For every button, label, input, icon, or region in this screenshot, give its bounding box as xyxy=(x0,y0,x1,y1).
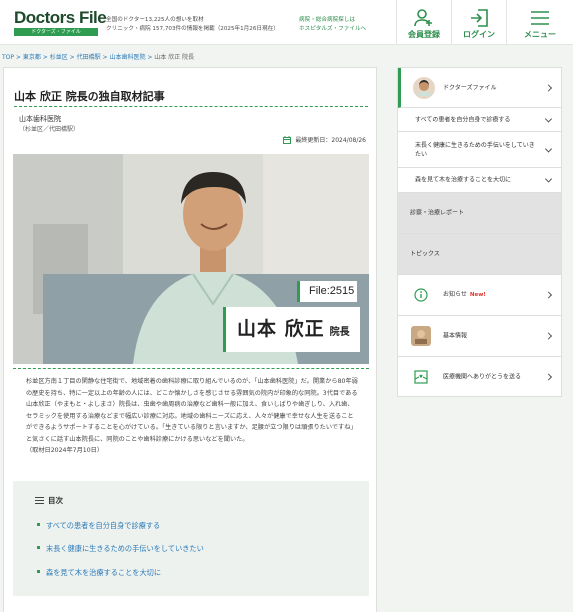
toc-heading-label: 目次 xyxy=(48,496,63,505)
hamburger-menu-icon xyxy=(531,11,549,25)
sidebar-basic-info-label: 基本情報 xyxy=(443,332,468,340)
logo-subtext: ドクターズ・ファイル xyxy=(14,28,98,36)
new-badge: New! xyxy=(469,292,486,298)
chevron-right-icon xyxy=(544,83,553,92)
clinic-name[interactable]: 山本歯科医院 xyxy=(19,114,61,124)
chevron-right-icon xyxy=(544,332,553,340)
site-tagline: 全国のドクター13,225人の想いを取材 クリニック・病院 157,703件の情… xyxy=(106,16,279,34)
sidebar-report[interactable]: 診察・治療レポート xyxy=(398,193,561,234)
last-updated-text: 最終更新日：2024/08/26 xyxy=(295,137,366,144)
doctor-avatar xyxy=(413,76,435,99)
sidebar-doctors-file[interactable]: ドクターズファイル xyxy=(398,68,561,108)
title-divider xyxy=(14,106,368,107)
interview-date: （取材日2024年7月10日） xyxy=(26,447,104,454)
menu-label: メニュー xyxy=(524,30,556,39)
article-body: 杉並区方南１丁目の閑静な住宅街で、地域密着の歯科診療に取り組んでいるのが、「山本… xyxy=(26,376,358,457)
sidebar-notice-label: お知らせ xyxy=(443,291,467,298)
mail-heart-icon xyxy=(414,370,428,384)
sidebar: ドクターズファイル すべての患者を自分自身で診療する 末長く健康に生きるための手… xyxy=(397,67,562,397)
hospitals-link-line-1: 病院・総合病院探しは xyxy=(299,17,355,23)
hospitals-link-line-2: ホスピタルズ・ファイルへ xyxy=(299,26,367,32)
sidebar-doctors-file-label: ドクターズファイル xyxy=(443,84,497,91)
sidebar-report-label: 診察・治療レポート xyxy=(410,209,465,217)
sidebar-thanks[interactable]: 医療機関へありがとうを送る xyxy=(398,357,561,397)
chevron-right-icon xyxy=(544,373,553,381)
clinic-area: （杉並区／代田橋駅） xyxy=(19,126,80,133)
article-card: 山本 欣正 院長の独自取材記事 山本歯科医院 （杉並区／代田橋駅） 最終更新日：… xyxy=(3,67,377,612)
toc-heading: 目次 xyxy=(35,495,63,506)
breadcrumb-top[interactable]: TOP xyxy=(2,54,14,61)
file-number-badge: File:2515 xyxy=(297,281,357,302)
doctor-name: 山本 欣正 xyxy=(237,318,325,340)
login-button[interactable]: ログイン xyxy=(451,0,506,45)
tagline-line-1: 全国のドクター13,225人の想いを取材 xyxy=(106,17,204,23)
breadcrumb-suginami[interactable]: 杉並区 xyxy=(50,54,68,61)
clinic-photo-icon xyxy=(411,326,431,346)
register-button[interactable]: 会員登録 xyxy=(396,0,451,45)
logo-text: Doctors File xyxy=(14,8,107,27)
toc-item[interactable]: 森を見て木を治療することを大切に xyxy=(37,568,161,578)
sidebar-topics[interactable]: トピックス xyxy=(398,234,561,275)
chevron-down-icon xyxy=(544,144,553,153)
sidebar-toc-label: 末長く健康に生きるための手伝いをしていきたい xyxy=(415,141,535,158)
register-label: 会員登録 xyxy=(408,30,440,39)
info-icon xyxy=(414,288,428,302)
sidebar-toc-item[interactable]: 末長く健康に生きるための手伝いをしていきたい xyxy=(398,132,561,168)
breadcrumb-current: 山本 欣正 院長 xyxy=(154,54,195,61)
toc-item[interactable]: すべての患者を自分自身で診療する xyxy=(37,521,160,531)
chevron-down-icon xyxy=(544,175,553,183)
sidebar-toc-label: すべての患者を自分自身で診療する xyxy=(415,116,511,123)
table-of-contents: 目次 すべての患者を自分自身で診療する 末長く健康に生きるための手伝いをしていき… xyxy=(13,481,369,596)
toc-item[interactable]: 末長く健康に生きるための手伝いをしていきたい xyxy=(37,544,204,554)
sidebar-thanks-label: 医療機関へありがとうを送る xyxy=(443,373,522,381)
hospitals-file-link[interactable]: 病院・総合病院探しは ホスピタルズ・ファイルへ xyxy=(299,16,366,34)
doctor-name-badge: 山本 欣正 院長 xyxy=(223,307,360,352)
photo-divider xyxy=(13,368,369,369)
sidebar-toc-label: 森を見て木を治療することを大切に xyxy=(415,176,512,184)
breadcrumb-tokyo[interactable]: 東京都 xyxy=(23,54,41,61)
calendar-icon xyxy=(283,136,292,144)
sidebar-topics-label: トピックス xyxy=(410,250,440,258)
login-icon xyxy=(471,9,488,27)
article-title: 山本 欣正 院長の独自取材記事 xyxy=(14,90,165,103)
sidebar-toc-item[interactable]: すべての患者を自分自身で診療する xyxy=(398,108,561,132)
menu-button[interactable]: メニュー xyxy=(506,0,573,45)
list-icon xyxy=(35,497,44,504)
site-header: Doctors File ドクターズ・ファイル 全国のドクター13,225人の想… xyxy=(0,0,573,45)
breadcrumb-clinic[interactable]: 山本歯科医院 xyxy=(109,54,145,61)
sidebar-notice[interactable]: お知らせ New! xyxy=(398,275,561,316)
breadcrumb-station[interactable]: 代田橋駅 xyxy=(77,54,101,61)
sidebar-basic-info[interactable]: 基本情報 xyxy=(398,316,561,357)
user-plus-icon xyxy=(414,9,432,27)
tagline-line-2: クリニック・病院 157,703件の情報を掲載（2025年1月26日現在） xyxy=(106,26,279,32)
chevron-right-icon xyxy=(544,291,553,299)
doctor-role: 院長 xyxy=(329,327,350,338)
sidebar-toc-item[interactable]: 森を見て木を治療することを大切に xyxy=(398,168,561,193)
login-label: ログイン xyxy=(463,30,495,39)
breadcrumb: TOP > 東京都 > 杉並区 > 代田橋駅 > 山本歯科医院 > 山本 欣正 … xyxy=(2,54,195,61)
site-logo[interactable]: Doctors File ドクターズ・ファイル xyxy=(14,8,107,36)
chevron-down-icon xyxy=(544,114,553,123)
article-lead: 杉並区方南１丁目の閑静な住宅街で、地域密着の歯科診療に取り組んでいるのが、「山本… xyxy=(26,378,358,443)
last-updated: 最終更新日：2024/08/26 xyxy=(283,135,366,144)
